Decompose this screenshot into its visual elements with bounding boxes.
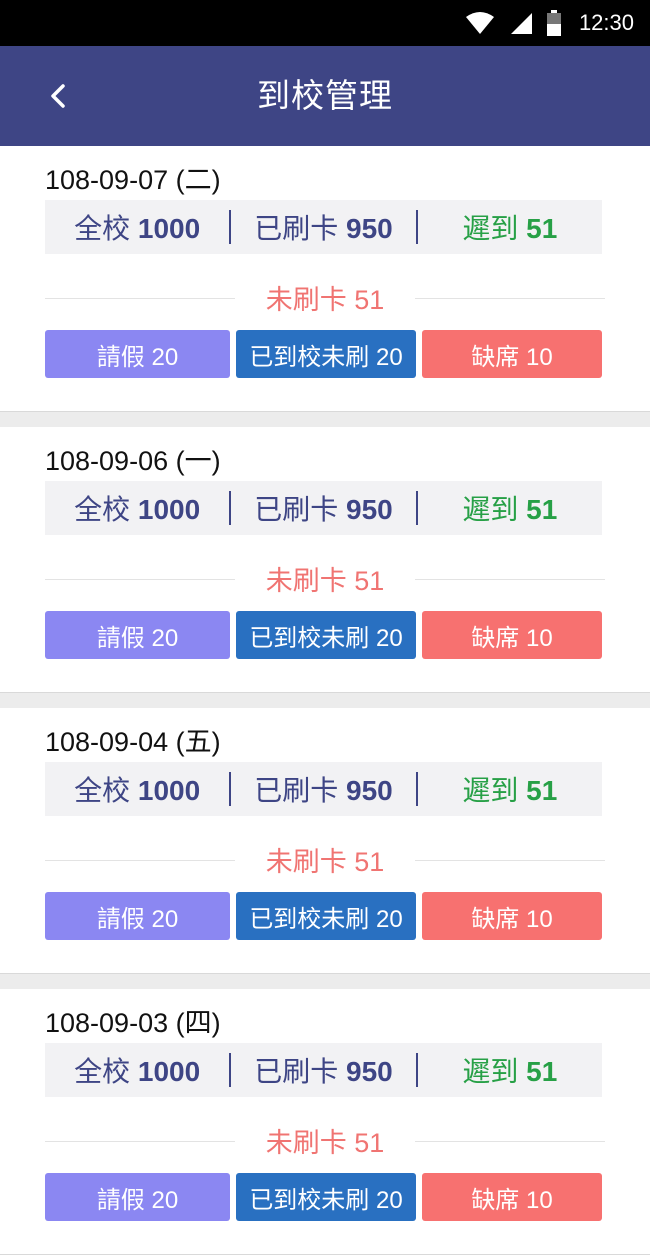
- leave-button[interactable]: 請假 20: [45, 330, 230, 378]
- absent-button[interactable]: 缺席 10: [422, 611, 602, 659]
- status-icons: 12:30: [465, 0, 634, 46]
- stat-swiped-label: 已刷卡: [254, 1056, 339, 1087]
- stat-swiped: 已刷卡 950: [231, 207, 415, 247]
- stats-bar: 全校 1000 已刷卡 950 遲到 51: [45, 200, 602, 254]
- unswiped-row: 未刷卡 51: [45, 278, 605, 318]
- unswiped-count: 未刷卡 51: [265, 847, 385, 877]
- stat-swiped: 已刷卡 950: [231, 488, 415, 528]
- stat-total-value: 1000: [137, 213, 201, 244]
- card-date: 108-09-07 (二): [45, 165, 221, 195]
- stats-bar: 全校 1000 已刷卡 950 遲到 51: [45, 762, 602, 816]
- stat-total-value: 1000: [137, 1056, 201, 1087]
- stat-swiped-label: 已刷卡: [254, 494, 339, 525]
- signal-icon: [510, 13, 532, 34]
- action-buttons: 請假 20 已到校未刷 20 缺席 10: [45, 611, 602, 659]
- stat-total: 全校 1000: [45, 207, 229, 247]
- stat-total: 全校 1000: [45, 769, 229, 809]
- leave-button[interactable]: 請假 20: [45, 892, 230, 940]
- arrived-unswiped-button[interactable]: 已到校未刷 20: [236, 330, 416, 378]
- stat-late-value: 51: [526, 1056, 558, 1087]
- stat-swiped: 已刷卡 950: [231, 769, 415, 809]
- unswiped-row: 未刷卡 51: [45, 840, 605, 880]
- battery-icon: [546, 10, 561, 36]
- unswiped-count: 未刷卡 51: [265, 566, 385, 596]
- stat-late: 遲到 51: [418, 207, 602, 247]
- stat-swiped-value: 950: [346, 775, 393, 806]
- stat-late: 遲到 51: [418, 488, 602, 528]
- stat-late-value: 51: [526, 494, 558, 525]
- stat-total-label: 全校: [74, 1056, 131, 1087]
- card-date: 108-09-04 (五): [45, 727, 221, 757]
- app-bar: 到校管理: [0, 46, 650, 146]
- attendance-card: 108-09-04 (五) 全校 1000 已刷卡 950 遲到 51 未刷卡 …: [0, 708, 650, 974]
- stat-late-value: 51: [526, 213, 558, 244]
- action-buttons: 請假 20 已到校未刷 20 缺席 10: [45, 1173, 602, 1221]
- stat-late-label: 遲到: [462, 775, 519, 806]
- leave-button[interactable]: 請假 20: [45, 611, 230, 659]
- stat-total: 全校 1000: [45, 488, 229, 528]
- stat-total-label: 全校: [74, 494, 131, 525]
- card-date: 108-09-06 (一): [45, 446, 221, 476]
- leave-button[interactable]: 請假 20: [45, 1173, 230, 1221]
- stat-swiped-value: 950: [346, 1056, 393, 1087]
- stat-swiped-value: 950: [346, 213, 393, 244]
- attendance-card: 108-09-07 (二) 全校 1000 已刷卡 950 遲到 51 未刷卡 …: [0, 146, 650, 412]
- stat-swiped: 已刷卡 950: [231, 1050, 415, 1090]
- wifi-icon: [465, 12, 494, 34]
- absent-button[interactable]: 缺席 10: [422, 330, 602, 378]
- arrived-unswiped-button[interactable]: 已到校未刷 20: [236, 1173, 416, 1221]
- absent-button[interactable]: 缺席 10: [422, 892, 602, 940]
- stat-total: 全校 1000: [45, 1050, 229, 1090]
- unswiped-row: 未刷卡 51: [45, 559, 605, 599]
- stat-total-value: 1000: [137, 494, 201, 525]
- attendance-card: 108-09-06 (一) 全校 1000 已刷卡 950 遲到 51 未刷卡 …: [0, 427, 650, 693]
- unswiped-row: 未刷卡 51: [45, 1121, 605, 1161]
- clock: 12:30: [578, 10, 634, 35]
- stats-bar: 全校 1000 已刷卡 950 遲到 51: [45, 1043, 602, 1097]
- stat-late: 遲到 51: [418, 769, 602, 809]
- stat-late-value: 51: [526, 775, 558, 806]
- arrived-unswiped-button[interactable]: 已到校未刷 20: [236, 892, 416, 940]
- unswiped-count: 未刷卡 51: [265, 1128, 385, 1158]
- stat-late-label: 遲到: [462, 1056, 519, 1087]
- stat-total-value: 1000: [137, 775, 201, 806]
- attendance-card: 108-09-03 (四) 全校 1000 已刷卡 950 遲到 51 未刷卡 …: [0, 989, 650, 1255]
- stats-bar: 全校 1000 已刷卡 950 遲到 51: [45, 481, 602, 535]
- stat-total-label: 全校: [74, 775, 131, 806]
- unswiped-count: 未刷卡 51: [265, 285, 385, 315]
- stat-late-label: 遲到: [462, 213, 519, 244]
- arrived-unswiped-button[interactable]: 已到校未刷 20: [236, 611, 416, 659]
- absent-button[interactable]: 缺席 10: [422, 1173, 602, 1221]
- stat-late: 遲到 51: [418, 1050, 602, 1090]
- stat-swiped-label: 已刷卡: [254, 775, 339, 806]
- stat-late-label: 遲到: [462, 494, 519, 525]
- status-bar: 12:30: [0, 0, 650, 46]
- action-buttons: 請假 20 已到校未刷 20 缺席 10: [45, 330, 602, 378]
- card-date: 108-09-03 (四): [45, 1008, 221, 1038]
- action-buttons: 請假 20 已到校未刷 20 缺席 10: [45, 892, 602, 940]
- page-title: 到校管理: [257, 76, 393, 115]
- stat-swiped-label: 已刷卡: [254, 213, 339, 244]
- stat-swiped-value: 950: [346, 494, 393, 525]
- stat-total-label: 全校: [74, 213, 131, 244]
